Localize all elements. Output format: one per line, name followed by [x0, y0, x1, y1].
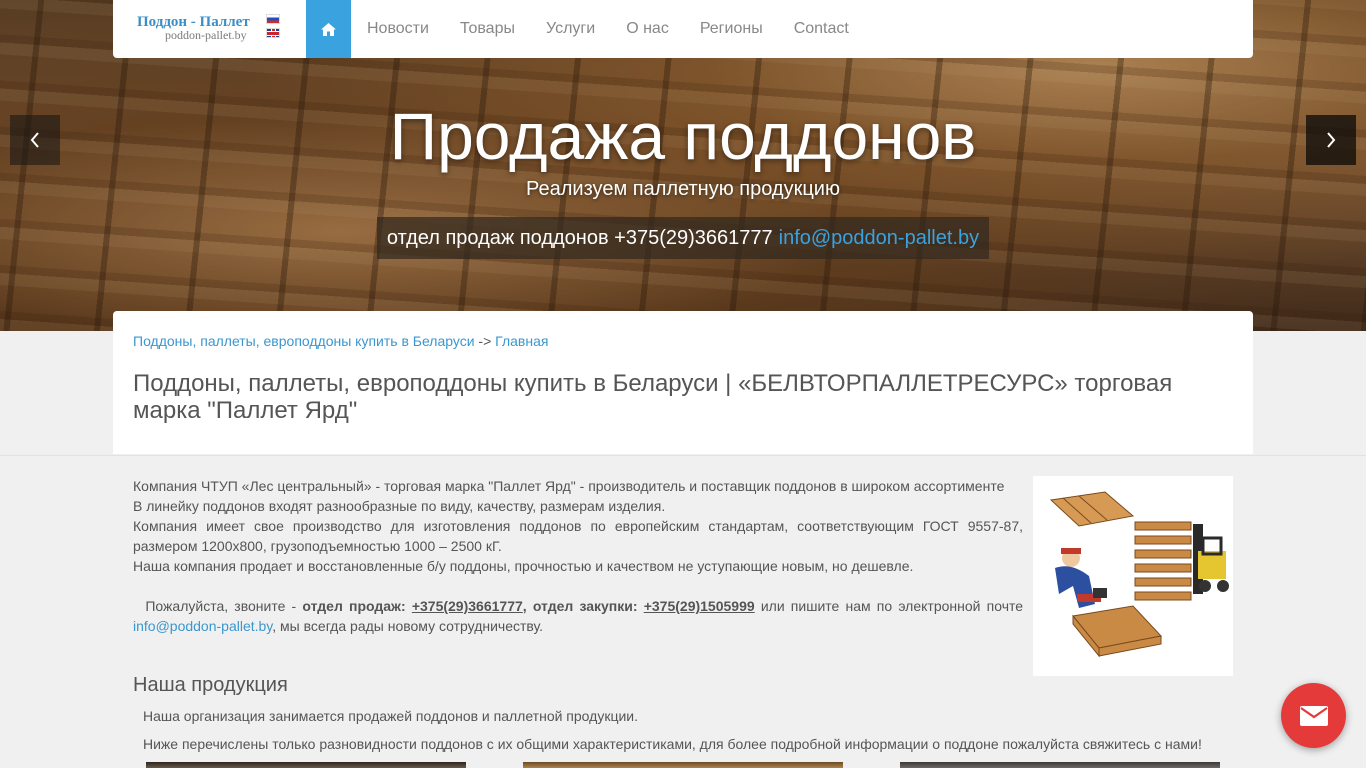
nav-item-regions[interactable]: Регионы	[700, 20, 763, 38]
breadcrumb-current-link[interactable]: Главная	[495, 333, 548, 349]
hero-contact-bar: отдел продаж поддонов +375(29)3661777 in…	[377, 217, 989, 259]
nav-home-button[interactable]	[306, 0, 351, 58]
top-navbar: Поддон - Паллет poddon-pallet.by Новости…	[113, 0, 1253, 58]
intro-line: В линейку поддонов входят разнообразные …	[133, 498, 666, 514]
nav-menu: Новости Товары Услуги О нас Регионы Cont…	[367, 0, 880, 58]
purchase-label: , отдел закупки:	[522, 598, 638, 614]
title-panel: Поддоны, паллеты, европоддоны купить в Б…	[113, 311, 1253, 454]
breadcrumb-home-link[interactable]: Поддоны, паллеты, европоддоны купить в Б…	[133, 333, 475, 349]
breadcrumb: Поддоны, паллеты, европоддоны купить в Б…	[133, 333, 548, 349]
write-text: или пишите нам по электронной почте	[754, 598, 1024, 614]
contact-paragraph: Пожалуйста, звоните - отдел продаж: +375…	[133, 596, 1023, 636]
intro-line: Наша компания продает и восстановленные …	[133, 558, 914, 574]
hero-subtitle: Реализуем паллетную продукцию	[526, 178, 840, 200]
sales-phone-link[interactable]: +375(29)3661777	[412, 598, 523, 614]
russian-flag-icon[interactable]	[266, 14, 280, 24]
products-paragraph: Наша организация занимается продажей под…	[143, 708, 638, 724]
breadcrumb-separator: ->	[474, 333, 496, 349]
product-thumbnail[interactable]	[523, 762, 843, 768]
sales-label: отдел продаж:	[302, 598, 406, 614]
products-paragraph: Ниже перечислены только разновидности по…	[143, 736, 1202, 752]
hero-email-link[interactable]: info@poddon-pallet.by	[779, 227, 979, 250]
pallet-worker-illustration	[1033, 476, 1233, 676]
chevron-right-icon	[1327, 132, 1336, 148]
nav-item-about[interactable]: О нас	[626, 20, 669, 38]
english-flag-icon[interactable]	[266, 28, 280, 38]
nav-item-services[interactable]: Услуги	[546, 20, 595, 38]
purchase-phone-link[interactable]: +375(29)1505999	[644, 598, 755, 614]
intro-text: Компания ЧТУП «Лес центральный» - торгов…	[133, 476, 1023, 636]
product-thumbnail[interactable]	[146, 762, 466, 768]
carousel-next-button[interactable]	[1306, 115, 1356, 165]
hero-contact-text: отдел продаж поддонов +375(29)3661777	[386, 226, 773, 249]
contact-email-link[interactable]: info@poddon-pallet.by	[133, 618, 272, 634]
call-prefix: Пожалуйста, звоните -	[145, 598, 303, 614]
logo-subtitle: poddon-pallet.by	[165, 28, 247, 42]
nav-item-news[interactable]: Новости	[367, 20, 429, 38]
hero-title: Продажа поддонов	[389, 99, 977, 173]
chevron-left-icon	[30, 132, 39, 148]
intro-line: Компания ЧТУП «Лес центральный» - торгов…	[133, 478, 1005, 494]
site-logo[interactable]: Поддон - Паллет poddon-pallet.by	[137, 12, 257, 46]
contact-mail-button[interactable]	[1281, 683, 1346, 748]
mail-icon	[1299, 705, 1328, 726]
page-title: Поддоны, паллеты, европоддоны купить в Б…	[133, 370, 1173, 424]
intro-line: Компания имеет свое производство для изг…	[133, 518, 1023, 554]
nav-item-products[interactable]: Товары	[460, 20, 515, 38]
home-icon	[321, 22, 336, 36]
nav-item-contact[interactable]: Contact	[794, 20, 849, 38]
main-content: Компания ЧТУП «Лес центральный» - торгов…	[113, 456, 1253, 768]
carousel-prev-button[interactable]	[10, 115, 60, 165]
product-thumbnail[interactable]	[900, 762, 1220, 768]
closing-text: , мы всегда рады новому сотрудничеству.	[272, 618, 544, 634]
products-heading: Наша продукция	[133, 674, 288, 696]
